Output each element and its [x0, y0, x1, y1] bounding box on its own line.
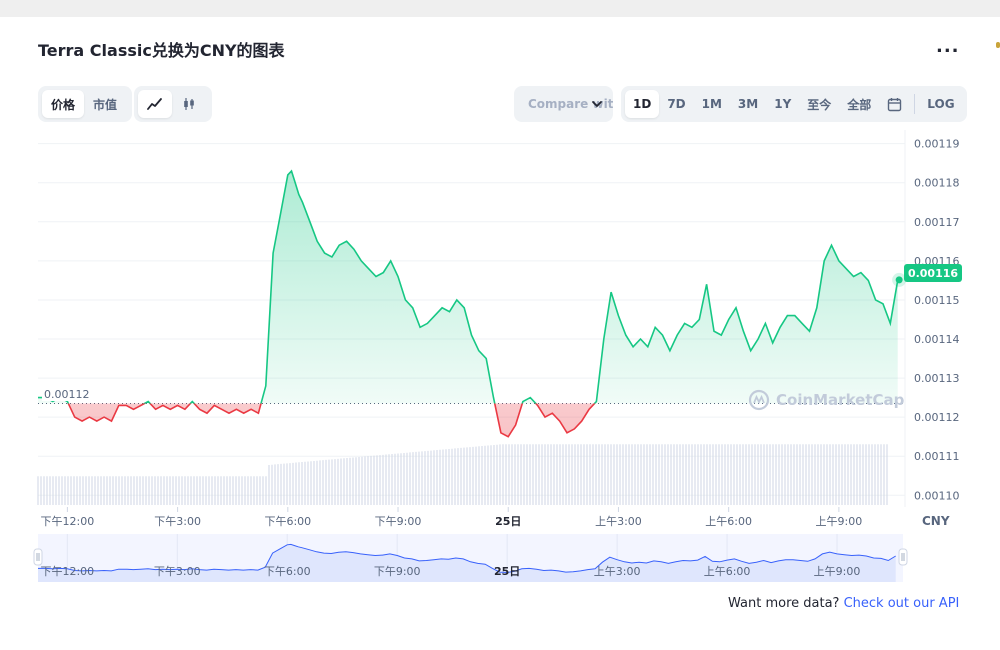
- navigator-tick-label: 25日: [494, 565, 520, 578]
- x-tick-label: 上午3:00: [595, 515, 642, 528]
- y-tick-label: 0.00118: [914, 177, 960, 190]
- x-tick-label: 上午9:00: [816, 515, 863, 528]
- navigator-tick-label: 下午9:00: [374, 565, 421, 578]
- current-price-dot: [895, 276, 903, 284]
- y-tick-label: 0.00114: [914, 333, 960, 346]
- api-promo: Want more data? Check out our API: [728, 596, 959, 611]
- x-tick-label: 下午3:00: [154, 515, 201, 528]
- navigator-tick-label: 下午12:00: [40, 565, 94, 578]
- y-tick-label: 0.00115: [914, 294, 960, 307]
- y-tick-label: 0.00111: [914, 450, 960, 463]
- y-tick-label: 0.00112: [914, 411, 960, 424]
- x-tick-label: 上午6:00: [705, 515, 752, 528]
- navigator-tick-label: 上午9:00: [814, 565, 861, 578]
- x-tick-label: 下午6:00: [264, 515, 311, 528]
- coinmarketcap-watermark: CoinMarketCap: [748, 389, 904, 411]
- current-price-badge: 0.00116: [904, 264, 962, 282]
- api-link[interactable]: Check out our API: [844, 596, 960, 611]
- y-tick-label: 0.00117: [914, 216, 960, 229]
- navigator-tick-label: 下午6:00: [264, 565, 311, 578]
- x-tick-label: 下午12:00: [41, 515, 95, 528]
- y-tick-label: 0.00110: [914, 489, 960, 502]
- x-tick-label: 下午9:00: [375, 515, 422, 528]
- watermark-text: CoinMarketCap: [776, 391, 905, 409]
- y-tick-label: 0.00119: [914, 138, 960, 151]
- x-tick-label: 25日: [495, 515, 521, 528]
- navigator-tick-label: 上午6:00: [704, 565, 751, 578]
- navigator-handle-right[interactable]: [898, 548, 908, 566]
- api-promo-text: Want more data?: [728, 596, 840, 611]
- navigator-handle-left[interactable]: [33, 548, 43, 566]
- currency-axis-label: CNY: [922, 514, 950, 528]
- baseline-price-label: 0.00112: [42, 388, 92, 401]
- coinmarketcap-logo-icon: [748, 389, 770, 411]
- navigator-tick-label: 上午3:00: [594, 565, 641, 578]
- price-chart[interactable]: 0.00119 0.00118 0.00117 0.00116 0.00115 0.001…: [0, 0, 1000, 650]
- navigator-tick-label: 下午3:00: [154, 565, 201, 578]
- y-tick-label: 0.00113: [914, 372, 960, 385]
